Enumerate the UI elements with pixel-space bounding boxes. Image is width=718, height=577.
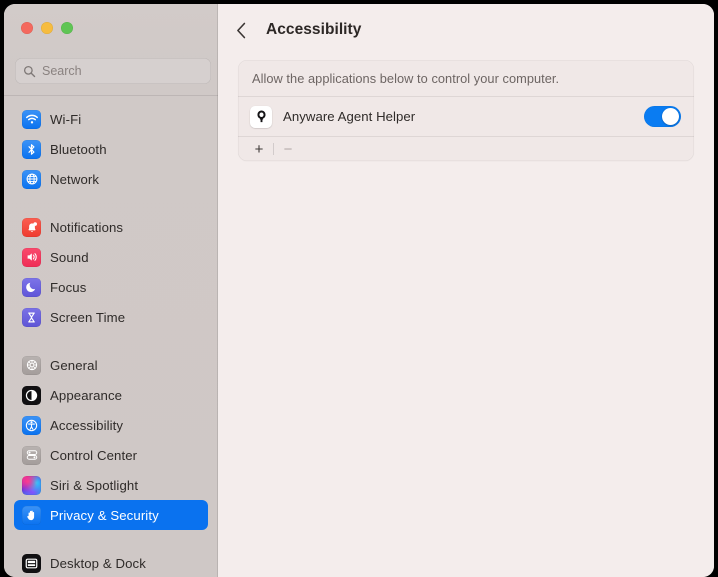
control-center-icon	[22, 445, 41, 465]
sidebar-item-general[interactable]: General	[14, 350, 208, 380]
chevron-left-icon	[236, 22, 245, 38]
accessibility-permissions-card: Allow the applications below to control …	[238, 60, 694, 161]
minimize-window-button[interactable]	[41, 22, 53, 34]
sidebar: Wi-Fi Bluetooth	[4, 4, 218, 577]
sidebar-item-label: Desktop & Dock	[50, 555, 146, 571]
close-window-button[interactable]	[21, 22, 33, 34]
traffic-light-buttons	[21, 22, 73, 34]
sidebar-item-label: Notifications	[50, 219, 124, 235]
sidebar-item-label: Accessibility	[50, 417, 124, 433]
back-button[interactable]	[230, 19, 252, 41]
search-field[interactable]	[15, 58, 211, 84]
sidebar-item-wi-fi[interactable]: Wi-Fi	[14, 104, 208, 134]
sidebar-item-notifications[interactable]: Notifications	[14, 212, 208, 242]
search-icon	[23, 65, 36, 77]
content-header: Accessibility	[218, 4, 714, 56]
sidebar-item-appearance[interactable]: Appearance	[14, 380, 208, 410]
sidebar-group-system: General Appearance Accessibility Control…	[4, 350, 218, 530]
sidebar-item-label: General	[50, 357, 98, 373]
sidebar-item-accessibility[interactable]: Accessibility	[14, 410, 208, 440]
sidebar-item-control-center[interactable]: Control Center	[14, 440, 208, 470]
add-app-button[interactable]: +	[248, 139, 270, 159]
remove-app-button: −	[283, 140, 293, 158]
sidebar-item-label: Siri & Spotlight	[50, 477, 139, 493]
sidebar-item-privacy-and-security[interactable]: Privacy & Security	[14, 500, 208, 530]
page-title: Accessibility	[266, 21, 362, 38]
sidebar-item-label: Control Center	[50, 447, 138, 463]
system-settings-window: Wi-Fi Bluetooth	[4, 4, 714, 577]
card-description: Allow the applications below to control …	[252, 71, 560, 86]
maximize-window-button[interactable]	[61, 22, 73, 34]
sidebar-item-desktop-and-dock[interactable]: Desktop & Dock	[14, 548, 208, 577]
sidebar-nav: Wi-Fi Bluetooth Network Notifications So…	[4, 104, 218, 577]
siri-orb-icon	[22, 475, 41, 495]
footer-divider	[273, 143, 274, 155]
appearance-contrast-icon	[22, 385, 41, 405]
sidebar-item-label: Bluetooth	[50, 141, 107, 157]
anyware-agent-helper-app-icon	[250, 105, 272, 128]
hand-icon	[22, 505, 41, 525]
sidebar-item-label: Sound	[50, 249, 89, 265]
network-globe-icon	[22, 169, 41, 189]
toggle-knob	[661, 107, 680, 126]
accessibility-person-icon	[22, 415, 41, 435]
main-content: Accessibility Allow the applications bel…	[218, 4, 714, 577]
bluetooth-icon	[22, 139, 41, 159]
hourglass-icon	[22, 307, 41, 327]
sidebar-divider	[4, 95, 218, 96]
sidebar-item-focus[interactable]: Focus	[14, 272, 208, 302]
table-row[interactable]: Anyware Agent Helper	[238, 97, 694, 136]
sidebar-item-label: Appearance	[50, 387, 123, 403]
sidebar-group-desktop: Desktop & Dock	[4, 548, 218, 577]
search-input[interactable]	[42, 64, 203, 78]
sidebar-item-screen-time[interactable]: Screen Time	[14, 302, 208, 332]
card-footer: + −	[238, 137, 694, 161]
sidebar-group-network: Wi-Fi Bluetooth Network	[4, 104, 218, 194]
speaker-icon	[22, 247, 41, 267]
sidebar-item-sound[interactable]: Sound	[14, 242, 208, 272]
gear-icon	[22, 355, 41, 375]
wifi-icon	[22, 109, 41, 129]
sidebar-item-label: Network	[50, 171, 100, 187]
sidebar-item-label: Focus	[50, 279, 87, 295]
sidebar-item-bluetooth[interactable]: Bluetooth	[14, 134, 208, 164]
sidebar-item-label: Screen Time	[50, 309, 126, 325]
sidebar-item-network[interactable]: Network	[14, 164, 208, 194]
moon-icon	[22, 277, 41, 297]
sidebar-item-label: Privacy & Security	[50, 507, 159, 523]
bell-icon	[22, 217, 41, 237]
desktop-dock-icon	[22, 553, 41, 573]
sidebar-item-siri-and-spotlight[interactable]: Siri & Spotlight	[14, 470, 208, 500]
app-permission-toggle[interactable]	[644, 106, 681, 127]
sidebar-item-label: Wi-Fi	[50, 111, 82, 127]
sidebar-group-alerts: Notifications Sound Focus Screen Time	[4, 212, 218, 332]
app-name: Anyware Agent Helper	[283, 109, 416, 124]
